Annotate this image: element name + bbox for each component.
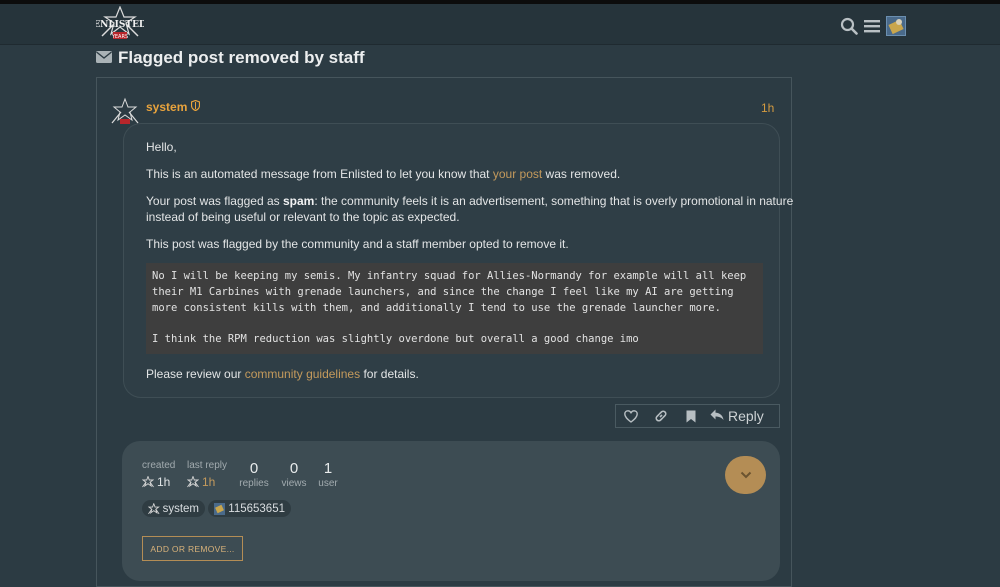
heart-icon[interactable]	[616, 405, 646, 427]
users-count: 1	[323, 460, 333, 477]
post-author[interactable]: system	[146, 99, 201, 114]
participant-name: system	[162, 502, 199, 515]
participant-pill[interactable]: 115653651	[208, 500, 291, 517]
paragraph-staff: This post was flagged by the community a…	[146, 237, 569, 251]
paragraph-notice: This is an automated message from Enlist…	[146, 167, 621, 181]
your-post-link[interactable]: your post	[493, 167, 542, 181]
quote-line: their M1 Carbines with grenade launchers…	[152, 285, 734, 298]
site-logo[interactable]: ENLISTED YEARS	[93, 5, 147, 44]
participant-name: 115653651	[228, 502, 285, 515]
user-avatar-icon	[214, 502, 226, 515]
spam-label: spam	[282, 194, 315, 208]
user-avatar[interactable]	[886, 16, 906, 36]
add-or-remove-button[interactable]: ADD OR REMOVE...	[142, 536, 243, 561]
logo-sub: YEARS	[111, 34, 128, 40]
expand-topic-map-button[interactable]	[725, 456, 766, 494]
reply-arrow-icon	[710, 408, 724, 424]
last-reply-value[interactable]: 1h	[187, 475, 215, 489]
greeting-text: Hello,	[146, 140, 177, 154]
quote-line: No I will be keeping my semis. My infant…	[152, 270, 747, 282]
quote-line	[152, 316, 757, 332]
search-icon[interactable]	[840, 17, 858, 35]
reply-button[interactable]: Reply	[710, 408, 764, 424]
logo-text: ENLISTED	[96, 20, 144, 30]
hamburger-menu-icon[interactable]	[864, 18, 880, 34]
quote-line: more consistent kills with them, and add…	[152, 301, 721, 314]
page-title[interactable]: Flagged post removed by staff	[118, 48, 365, 68]
topic-title-row: Flagged post removed by staff	[96, 47, 365, 69]
community-guidelines-link[interactable]: community guidelines	[245, 367, 360, 381]
replies-label: replies	[239, 478, 269, 489]
author-name[interactable]: system	[146, 100, 187, 114]
system-avatar-icon	[148, 502, 160, 514]
system-avatar-icon	[187, 476, 199, 488]
shield-icon	[191, 99, 201, 114]
post-actions: Reply	[615, 404, 780, 428]
post-timestamp[interactable]: 1h	[761, 101, 774, 115]
link-icon[interactable]	[646, 405, 676, 427]
created-value[interactable]: 1h	[142, 475, 170, 489]
participant-pill[interactable]: system	[142, 500, 205, 517]
paragraph-guidelines: Please review our community guidelines f…	[146, 367, 419, 381]
bookmark-icon[interactable]	[676, 405, 706, 427]
paragraph-reason: Your post was flagged as spam: the commu…	[146, 194, 794, 224]
users-label: user	[318, 478, 338, 489]
quote-line: I think the RPM reduction was slightly o…	[152, 333, 639, 346]
removed-post-quote: No I will be keeping my semis. My infant…	[146, 263, 763, 354]
created-label: created	[142, 460, 176, 471]
system-avatar-icon	[142, 476, 154, 488]
replies-count: 0	[249, 460, 259, 477]
post-body	[123, 123, 780, 398]
reply-label: Reply	[728, 408, 764, 424]
chevron-down-icon	[740, 466, 752, 484]
envelope-icon	[96, 48, 112, 68]
last-reply-label: last reply	[187, 460, 228, 471]
site-header: ENLISTED YEARS	[0, 4, 1000, 45]
